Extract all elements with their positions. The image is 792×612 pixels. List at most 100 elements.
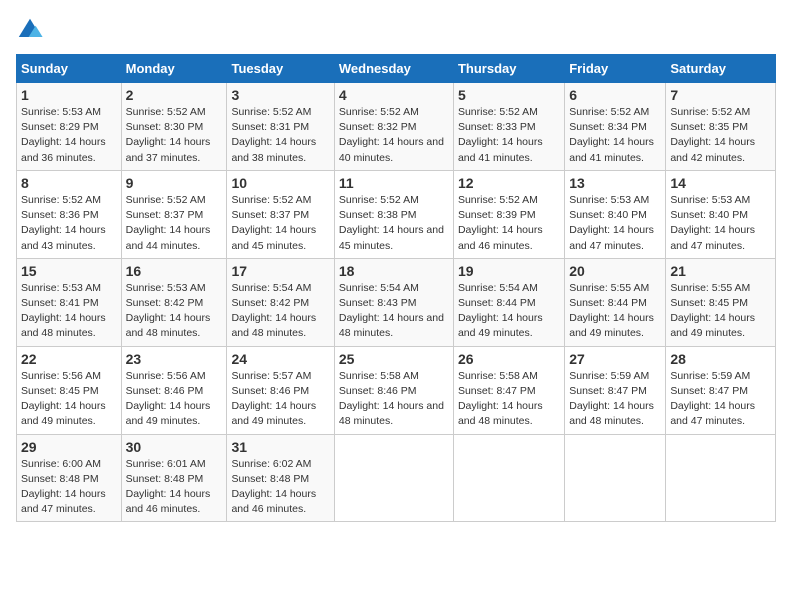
- cell-info: Sunrise: 5:55 AMSunset: 8:45 PMDaylight:…: [670, 282, 755, 340]
- day-number: 26: [458, 351, 560, 367]
- day-header-tuesday: Tuesday: [227, 55, 334, 83]
- cell-info: Sunrise: 5:52 AMSunset: 8:38 PMDaylight:…: [339, 194, 444, 252]
- calendar-cell: 5 Sunrise: 5:52 AMSunset: 8:33 PMDaylight…: [453, 83, 564, 171]
- day-header-saturday: Saturday: [666, 55, 776, 83]
- calendar-table: SundayMondayTuesdayWednesdayThursdayFrid…: [16, 54, 776, 522]
- cell-info: Sunrise: 6:00 AMSunset: 8:48 PMDaylight:…: [21, 458, 106, 516]
- calendar-cell: 15 Sunrise: 5:53 AMSunset: 8:41 PMDayligh…: [17, 258, 122, 346]
- cell-info: Sunrise: 5:52 AMSunset: 8:39 PMDaylight:…: [458, 194, 543, 252]
- calendar-cell: 16Sunrise: 5:53 AMSunset: 8:42 PMDayligh…: [121, 258, 227, 346]
- calendar-cell: 23 Sunrise: 5:56 AMSunset: 8:46 PMDayligh…: [121, 346, 227, 434]
- cell-info: Sunrise: 5:59 AMSunset: 8:47 PMDaylight:…: [569, 370, 654, 428]
- day-number: 24: [231, 351, 329, 367]
- logo: [16, 16, 48, 44]
- day-header-friday: Friday: [565, 55, 666, 83]
- cell-info: Sunrise: 5:52 AMSunset: 8:37 PMDaylight:…: [231, 194, 316, 252]
- calendar-cell: 14 Sunrise: 5:53 AMSunset: 8:40 PMDayligh…: [666, 170, 776, 258]
- cell-info: Sunrise: 5:54 AMSunset: 8:42 PMDaylight:…: [231, 282, 316, 340]
- day-number: 14: [670, 175, 771, 191]
- cell-info: Sunrise: 5:52 AMSunset: 8:33 PMDaylight:…: [458, 106, 543, 164]
- logo-icon: [16, 16, 44, 44]
- calendar-cell: 20 Sunrise: 5:55 AMSunset: 8:44 PMDayligh…: [565, 258, 666, 346]
- day-number: 12: [458, 175, 560, 191]
- day-header-sunday: Sunday: [17, 55, 122, 83]
- cell-info: Sunrise: 5:58 AMSunset: 8:46 PMDaylight:…: [339, 370, 444, 428]
- calendar-cell: 9Sunrise: 5:52 AMSunset: 8:37 PMDaylight…: [121, 170, 227, 258]
- calendar-cell: 1 Sunrise: 5:53 AMSunset: 8:29 PMDaylight…: [17, 83, 122, 171]
- cell-info: Sunrise: 5:53 AMSunset: 8:40 PMDaylight:…: [670, 194, 755, 252]
- day-number: 3: [231, 87, 329, 103]
- calendar-cell: 4Sunrise: 5:52 AMSunset: 8:32 PMDaylight…: [334, 83, 453, 171]
- calendar-cell: 31Sunrise: 6:02 AMSunset: 8:48 PMDayligh…: [227, 434, 334, 522]
- cell-info: Sunrise: 5:52 AMSunset: 8:36 PMDaylight:…: [21, 194, 106, 252]
- calendar-cell: [565, 434, 666, 522]
- page-header: [16, 16, 776, 44]
- day-number: 17: [231, 263, 329, 279]
- calendar-cell: 21 Sunrise: 5:55 AMSunset: 8:45 PMDayligh…: [666, 258, 776, 346]
- cell-info: Sunrise: 5:53 AMSunset: 8:41 PMDaylight:…: [21, 282, 106, 340]
- calendar-cell: 24 Sunrise: 5:57 AMSunset: 8:46 PMDayligh…: [227, 346, 334, 434]
- cell-info: Sunrise: 5:59 AMSunset: 8:47 PMDaylight:…: [670, 370, 755, 428]
- calendar-cell: 3 Sunrise: 5:52 AMSunset: 8:31 PMDaylight…: [227, 83, 334, 171]
- cell-info: Sunrise: 5:56 AMSunset: 8:46 PMDaylight:…: [126, 370, 211, 428]
- cell-info: Sunrise: 5:53 AMSunset: 8:29 PMDaylight:…: [21, 106, 106, 164]
- day-number: 9: [126, 175, 223, 191]
- day-number: 29: [21, 439, 117, 455]
- cell-info: Sunrise: 5:52 AMSunset: 8:34 PMDaylight:…: [569, 106, 654, 164]
- day-number: 1: [21, 87, 117, 103]
- cell-info: Sunrise: 5:52 AMSunset: 8:31 PMDaylight:…: [231, 106, 316, 164]
- day-number: 2: [126, 87, 223, 103]
- day-header-monday: Monday: [121, 55, 227, 83]
- week-row-4: 22 Sunrise: 5:56 AMSunset: 8:45 PMDayligh…: [17, 346, 776, 434]
- week-row-5: 29 Sunrise: 6:00 AMSunset: 8:48 PMDayligh…: [17, 434, 776, 522]
- cell-info: Sunrise: 6:02 AMSunset: 8:48 PMDaylight:…: [231, 458, 316, 516]
- day-number: 8: [21, 175, 117, 191]
- calendar-cell: 26 Sunrise: 5:58 AMSunset: 8:47 PMDayligh…: [453, 346, 564, 434]
- cell-info: Sunrise: 5:53 AMSunset: 8:42 PMDaylight:…: [126, 282, 211, 340]
- day-number: 20: [569, 263, 661, 279]
- calendar-cell: [453, 434, 564, 522]
- day-number: 28: [670, 351, 771, 367]
- week-row-3: 15 Sunrise: 5:53 AMSunset: 8:41 PMDayligh…: [17, 258, 776, 346]
- cell-info: Sunrise: 5:52 AMSunset: 8:30 PMDaylight:…: [126, 106, 211, 164]
- day-number: 18: [339, 263, 449, 279]
- week-row-1: 1 Sunrise: 5:53 AMSunset: 8:29 PMDaylight…: [17, 83, 776, 171]
- day-number: 4: [339, 87, 449, 103]
- cell-info: Sunrise: 5:55 AMSunset: 8:44 PMDaylight:…: [569, 282, 654, 340]
- day-header-thursday: Thursday: [453, 55, 564, 83]
- calendar-cell: [334, 434, 453, 522]
- calendar-cell: 22 Sunrise: 5:56 AMSunset: 8:45 PMDayligh…: [17, 346, 122, 434]
- day-number: 22: [21, 351, 117, 367]
- calendar-cell: [666, 434, 776, 522]
- day-number: 27: [569, 351, 661, 367]
- calendar-cell: 29 Sunrise: 6:00 AMSunset: 8:48 PMDayligh…: [17, 434, 122, 522]
- calendar-cell: 2 Sunrise: 5:52 AMSunset: 8:30 PMDaylight…: [121, 83, 227, 171]
- day-number: 5: [458, 87, 560, 103]
- cell-info: Sunrise: 5:54 AMSunset: 8:44 PMDaylight:…: [458, 282, 543, 340]
- day-number: 15: [21, 263, 117, 279]
- day-number: 21: [670, 263, 771, 279]
- cell-info: Sunrise: 5:56 AMSunset: 8:45 PMDaylight:…: [21, 370, 106, 428]
- calendar-cell: 25 Sunrise: 5:58 AMSunset: 8:46 PMDayligh…: [334, 346, 453, 434]
- calendar-cell: 10Sunrise: 5:52 AMSunset: 8:37 PMDayligh…: [227, 170, 334, 258]
- calendar-cell: 17 Sunrise: 5:54 AMSunset: 8:42 PMDayligh…: [227, 258, 334, 346]
- calendar-cell: 7Sunrise: 5:52 AMSunset: 8:35 PMDaylight…: [666, 83, 776, 171]
- day-number: 7: [670, 87, 771, 103]
- cell-info: Sunrise: 5:57 AMSunset: 8:46 PMDaylight:…: [231, 370, 316, 428]
- calendar-cell: 27 Sunrise: 5:59 AMSunset: 8:47 PMDayligh…: [565, 346, 666, 434]
- week-row-2: 8 Sunrise: 5:52 AMSunset: 8:36 PMDaylight…: [17, 170, 776, 258]
- day-number: 6: [569, 87, 661, 103]
- day-number: 30: [126, 439, 223, 455]
- day-number: 19: [458, 263, 560, 279]
- cell-info: Sunrise: 5:58 AMSunset: 8:47 PMDaylight:…: [458, 370, 543, 428]
- header-row: SundayMondayTuesdayWednesdayThursdayFrid…: [17, 55, 776, 83]
- calendar-cell: 8 Sunrise: 5:52 AMSunset: 8:36 PMDaylight…: [17, 170, 122, 258]
- calendar-cell: 19 Sunrise: 5:54 AMSunset: 8:44 PMDayligh…: [453, 258, 564, 346]
- day-number: 23: [126, 351, 223, 367]
- calendar-cell: 6 Sunrise: 5:52 AMSunset: 8:34 PMDaylight…: [565, 83, 666, 171]
- day-number: 13: [569, 175, 661, 191]
- cell-info: Sunrise: 5:54 AMSunset: 8:43 PMDaylight:…: [339, 282, 444, 340]
- day-number: 25: [339, 351, 449, 367]
- day-number: 11: [339, 175, 449, 191]
- cell-info: Sunrise: 6:01 AMSunset: 8:48 PMDaylight:…: [126, 458, 211, 516]
